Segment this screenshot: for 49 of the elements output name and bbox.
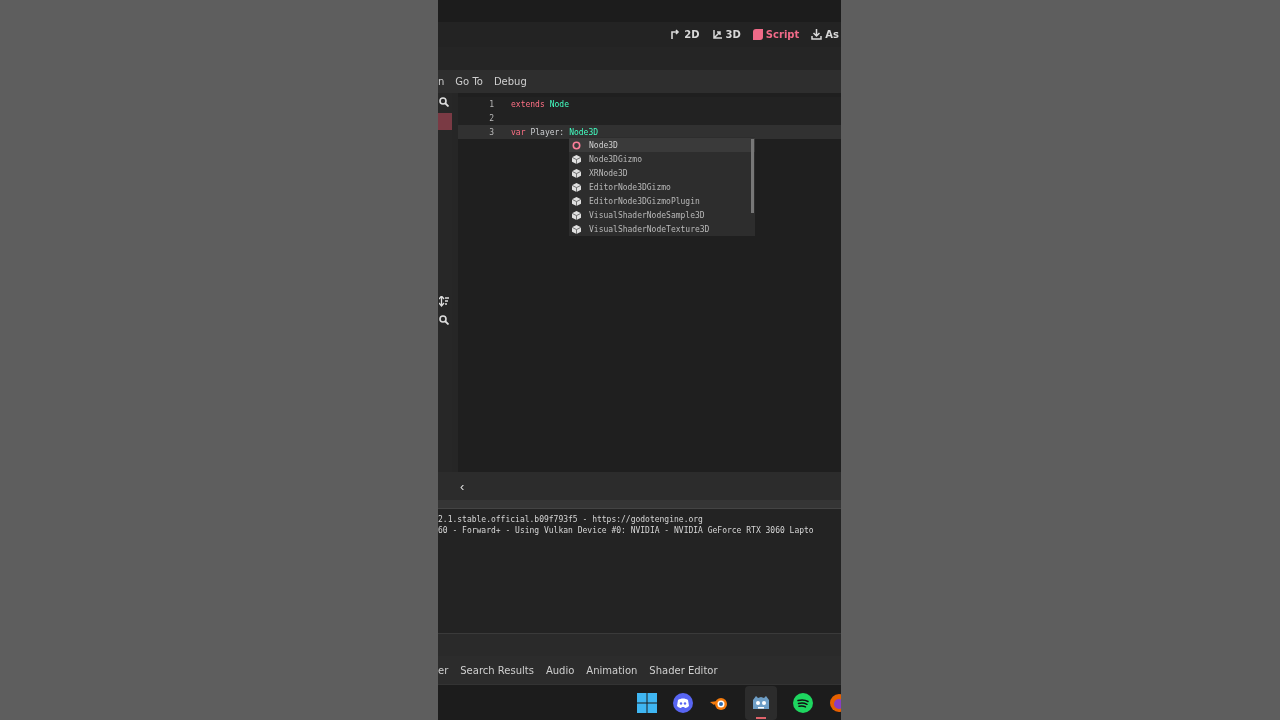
log-line: 2.1.stable.official.b09f793f5 - https://godotengine.org xyxy=(438,514,704,525)
sort-icon[interactable] xyxy=(439,296,449,307)
cube-icon xyxy=(572,154,581,164)
log-line: 60 - Forward+ - Using Vulkan Device #0: NVIDIA - NVIDIA GeForce RTX 3060 Lapto xyxy=(438,525,815,536)
line-number: 3 xyxy=(488,127,494,137)
windows-icon xyxy=(637,692,657,713)
panel-tab[interactable]: Audio xyxy=(545,664,575,676)
panel-tab[interactable]: Search Results xyxy=(460,664,534,676)
taskbar-app[interactable] xyxy=(745,685,777,720)
collapse-button[interactable]: ‹ xyxy=(458,478,467,494)
completion-item[interactable]: EditorNode3DGizmoPlugin xyxy=(569,194,755,208)
completion-item[interactable]: EditorNode3DGizmo xyxy=(569,180,755,194)
code-token: var xyxy=(511,127,526,137)
cube-icon xyxy=(572,224,581,234)
completion-item[interactable]: Node3D xyxy=(569,138,755,152)
panel-tab[interactable]: Animation xyxy=(586,664,638,676)
cube-icon xyxy=(572,182,581,192)
scroll-icon xyxy=(752,29,763,40)
3d-icon xyxy=(711,29,723,40)
code-token: Node3D xyxy=(569,127,599,137)
code-token: Node xyxy=(549,99,569,109)
completion-item[interactable]: VisualShaderNodeSample3D xyxy=(569,208,755,222)
cube-icon xyxy=(572,210,581,220)
completion-item[interactable]: Node3DGizmo xyxy=(569,152,755,166)
panel-tab[interactable]: Shader Editor xyxy=(649,664,718,676)
menu-item[interactable]: n xyxy=(438,76,445,87)
2d-icon xyxy=(670,29,682,40)
cube-icon xyxy=(572,196,581,206)
gamepad-face-icon xyxy=(673,692,693,713)
search-icon[interactable] xyxy=(439,97,449,107)
sound-waves-icon xyxy=(793,692,813,713)
code-token: extends xyxy=(511,99,545,109)
menu-item[interactable]: Go To xyxy=(455,76,483,87)
workspace-tab[interactable]: Script xyxy=(750,29,802,40)
completion-item[interactable]: XRNode3D xyxy=(569,166,755,180)
line-number: 2 xyxy=(488,113,494,123)
circle-icon xyxy=(572,140,581,150)
completion-item[interactable]: VisualShaderNodeTexture3D xyxy=(569,222,755,236)
search-icon[interactable] xyxy=(439,315,449,325)
line-number: 1 xyxy=(488,99,494,109)
workspace-tab[interactable]: 2D xyxy=(668,29,702,40)
code-token: Player: xyxy=(530,127,565,137)
panel-tab[interactable]: er xyxy=(438,664,449,676)
workspace-tab[interactable]: 3D xyxy=(709,29,743,40)
download-icon xyxy=(811,29,823,40)
cube-icon xyxy=(572,168,581,178)
menu-item[interactable]: Debug xyxy=(493,76,527,87)
code-editor[interactable]: 1 extends Node 2 3 var Player: Node3D Node3D Node3DGizmo XRNode3D EditorNode3DGizmo EditorNode3DGizmoPlugin VisualShaderNodeSample3D VisualShaderNodeTexture3D xyxy=(458,93,841,472)
workspace-tab[interactable]: As xyxy=(809,29,841,40)
